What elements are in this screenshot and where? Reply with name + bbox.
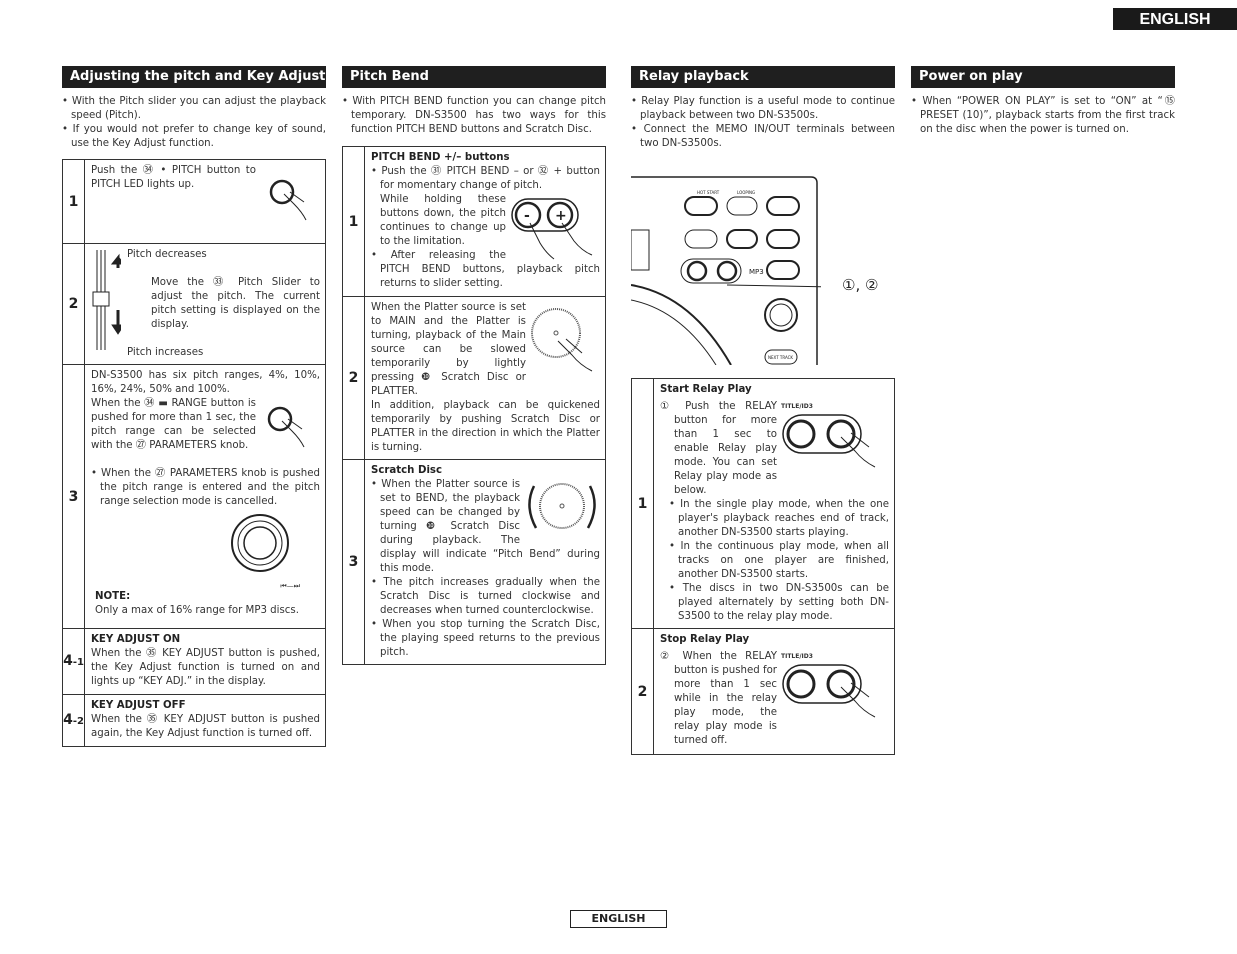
device-panel-illustration: HOT START LOOPING MP3 NEXT TRACK bbox=[630, 175, 837, 366]
section-title: Relay playback bbox=[631, 66, 895, 88]
power-on-play-section: Power on play When “POWER ON PLAY” is se… bbox=[911, 66, 1175, 137]
pitch-bend-section: Pitch Bend With PITCH BEND function you … bbox=[342, 66, 606, 665]
section-title: Power on play bbox=[911, 66, 1175, 88]
step-text: When the ㉟ KEY ADJUST button is pushed, … bbox=[91, 648, 320, 687]
pitch-section: Adjusting the pitch and Key Adjust With … bbox=[62, 66, 326, 747]
step-title: Scratch Disc bbox=[371, 465, 443, 476]
bullet: • The pitch increases gradually when the… bbox=[371, 577, 600, 616]
language-tab: ENGLISH bbox=[1113, 8, 1237, 30]
section-title: Pitch Bend bbox=[342, 66, 606, 88]
bullet: If you would not prefer to change key of… bbox=[62, 123, 326, 151]
pitch-bend-buttons-illustration: - + bbox=[511, 198, 593, 260]
step-number: 4-2 bbox=[62, 694, 85, 747]
section-title: Adjusting the pitch and Key Adjust bbox=[62, 66, 326, 88]
pitch-slider-illustration bbox=[92, 250, 121, 350]
bullet: • In the single play mode, when the one … bbox=[669, 499, 889, 538]
step-number: 1 bbox=[62, 159, 85, 244]
svg-text:LOOPING: LOOPING bbox=[737, 190, 755, 195]
step-number: 2 bbox=[631, 628, 654, 755]
step-text: DN-S3500 has six pitch ranges, 4%, 10%, … bbox=[91, 370, 320, 395]
bullet: When “POWER ON PLAY” is set to “ON” at “… bbox=[911, 95, 1175, 137]
step-number: 3 bbox=[342, 459, 365, 665]
step-text: In addition, playback can be quickened t… bbox=[371, 400, 600, 453]
step-title: PITCH BEND +/– buttons bbox=[371, 152, 510, 163]
step-text: Push the ㉞ • PITCH button to PITCH LED l… bbox=[91, 165, 256, 190]
bullet: • The discs in two DN-S3500s can be play… bbox=[669, 583, 889, 622]
relay-button-illustration: TITLE/ID3 bbox=[781, 403, 889, 480]
platter-press-illustration bbox=[531, 308, 593, 372]
step-title: Stop Relay Play bbox=[660, 634, 750, 645]
parameters-knob-illustration bbox=[231, 514, 289, 572]
step-number: 3 bbox=[62, 364, 85, 629]
range-button-illustration bbox=[267, 406, 305, 448]
bullet: With the Pitch slider you can adjust the… bbox=[62, 95, 326, 123]
step-title: KEY ADJUST OFF bbox=[91, 700, 186, 711]
step-title: KEY ADJUST ON bbox=[91, 634, 181, 645]
svg-text:+: + bbox=[555, 208, 567, 224]
scratch-disc-illustration bbox=[528, 483, 596, 529]
footer-language-label: ENGLISH bbox=[570, 910, 667, 928]
svg-text:HOT START: HOT START bbox=[697, 190, 720, 195]
svg-text:MP3: MP3 bbox=[749, 268, 764, 276]
bullet: Relay Play function is a useful mode to … bbox=[631, 95, 895, 123]
step-text: When the ㉟ KEY ADJUST button is pushed a… bbox=[91, 714, 320, 739]
relay-section: Relay playback Relay Play function is a … bbox=[631, 66, 895, 755]
callout-label: ①, ② bbox=[842, 276, 879, 294]
bullet: • When the ㉗ PARAMETERS knob is pushed t… bbox=[91, 468, 320, 507]
step-number: 1 bbox=[342, 146, 365, 297]
step-number: 2 bbox=[62, 243, 85, 365]
step-number: 1 bbox=[631, 378, 654, 629]
step-text: Move the ㉝ Pitch Slider to adjust the pi… bbox=[151, 277, 320, 330]
bullet: With PITCH BEND function you can change … bbox=[342, 95, 606, 137]
bullet: • In the continuous play mode, when all … bbox=[669, 541, 889, 580]
svg-text:-: - bbox=[524, 208, 530, 224]
button-press-illustration bbox=[269, 179, 307, 221]
note-title: NOTE: bbox=[95, 591, 131, 602]
pitch-decreases-label: Pitch decreases bbox=[127, 249, 207, 260]
svg-text:NEXT TRACK: NEXT TRACK bbox=[768, 355, 793, 360]
step-title: Start Relay Play bbox=[660, 384, 752, 395]
step-number: 2 bbox=[342, 296, 365, 460]
step-number: 4-1 bbox=[62, 628, 85, 695]
bullet: • When you stop turning the Scratch Disc… bbox=[371, 619, 600, 658]
bullet: • Push the ㉛ PITCH BEND – or ㉜ + button … bbox=[371, 166, 601, 191]
note-text: Only a max of 16% range for MP3 discs. bbox=[95, 605, 299, 616]
relay-button-illustration: TITLE/ID3 bbox=[781, 653, 889, 730]
step-text: When the Platter source is set to MAIN a… bbox=[371, 302, 526, 397]
knob-label: ⏮—⏭ bbox=[280, 582, 300, 590]
pitch-increases-label: Pitch increases bbox=[127, 347, 204, 358]
bullet: Connect the MEMO IN/OUT terminals betwee… bbox=[631, 123, 895, 151]
